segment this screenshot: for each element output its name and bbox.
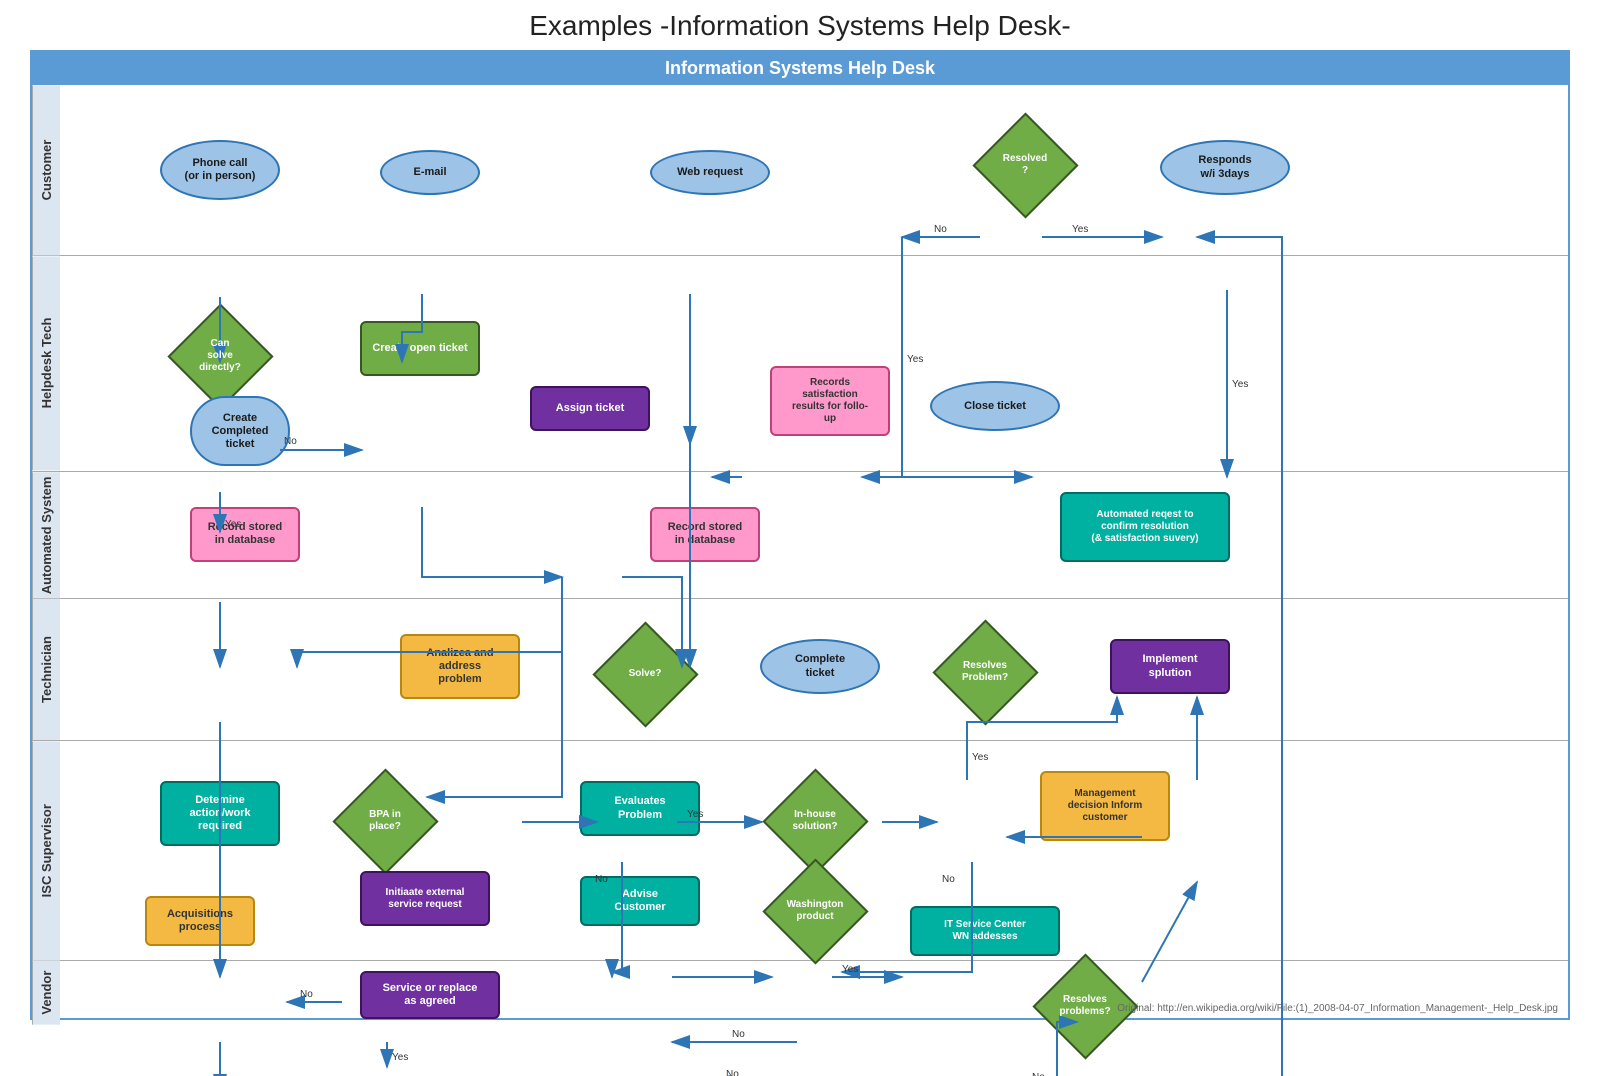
complete-ticket-shape: Complete ticket: [760, 639, 880, 694]
lane-customer: Customer Phone call (or in person) E-mai…: [32, 85, 1568, 256]
assign-ticket-shape: Assign ticket: [530, 386, 650, 431]
service-replace-shape: Service or replace as agreed: [360, 971, 500, 1019]
advise-customer-shape: Advise Customer: [580, 876, 700, 926]
lane-content-isc: Detemine action/work required BPA in pla…: [60, 741, 1568, 960]
can-solve-diamond: Can solve directly?: [175, 311, 265, 401]
automated-request-shape: Automated reqest to confirm resolution (…: [1060, 492, 1230, 562]
records-satisfaction-shape: Records satisfaction results for follo- …: [770, 366, 890, 436]
bpa-diamond: BPA in place?: [340, 776, 430, 866]
lane-technician: Technician Analizea and address problem …: [32, 599, 1568, 741]
lane-helpdesk: Helpdesk Tech Can solve directly? Create…: [32, 256, 1568, 471]
washington-diamond: Washington product: [770, 866, 860, 956]
lane-content-helpdesk: Can solve directly? Create open ticket A…: [60, 256, 1568, 470]
solve-diamond: Solve?: [600, 629, 690, 719]
lane-isc: ISC Supervisor Detemine action/work requ…: [32, 741, 1568, 961]
svg-text:No: No: [726, 1069, 739, 1076]
email-shape: E-mail: [380, 150, 480, 195]
lane-vendor: Vendor Service or replace as agreed Reso…: [32, 961, 1568, 1025]
detemine-shape: Detemine action/work required: [160, 781, 280, 846]
lane-label-customer: Customer: [32, 85, 60, 255]
diagram-container: Information Systems Help Desk Customer P…: [30, 50, 1570, 1020]
page-title: Examples -Information Systems Help Desk-: [0, 0, 1600, 50]
evaluates-problem-shape: Evaluates Problem: [580, 781, 700, 836]
responds-shape: Responds w/i 3days: [1160, 140, 1290, 195]
initiaate-shape: Initiaate external service request: [360, 871, 490, 926]
header-bar: Information Systems Help Desk: [32, 52, 1568, 85]
record-stored-2-shape: Record stored in database: [650, 507, 760, 562]
implement-splution-shape: Implement splution: [1110, 639, 1230, 694]
create-completed-ticket-shape: Create Completed ticket: [190, 396, 290, 466]
lane-label-isc: ISC Supervisor: [32, 741, 60, 960]
web-request-shape: Web request: [650, 150, 770, 195]
lane-label-helpdesk: Helpdesk Tech: [32, 256, 60, 470]
svg-text:No: No: [1032, 1072, 1045, 1076]
in-house-diamond: In-house solution?: [770, 776, 860, 866]
analizea-shape: Analizea and address problem: [400, 634, 520, 699]
phone-call-shape: Phone call (or in person): [160, 140, 280, 200]
acquisitions-shape: Acquisitions process: [145, 896, 255, 946]
resolves-problem-diamond: Resolves Problem?: [940, 627, 1030, 717]
lane-content-technician: Analizea and address problem Solve? Comp…: [60, 599, 1568, 740]
management-decision-shape: Management decision Inform customer: [1040, 771, 1170, 841]
lane-label-automated: Automated System: [32, 472, 60, 598]
resolved-diamond: Resolved ?: [980, 120, 1070, 210]
it-service-center-shape: IT Service Center WN addesses: [910, 906, 1060, 956]
lane-content-automated: Record stored in database Record stored …: [60, 472, 1568, 598]
lane-content-vendor: Service or replace as agreed Resolves pr…: [60, 961, 1568, 1025]
svg-text:No: No: [732, 1029, 745, 1040]
svg-text:Yes: Yes: [392, 1052, 408, 1063]
swim-lanes: Customer Phone call (or in person) E-mai…: [32, 85, 1568, 1025]
create-open-ticket-shape: Create open ticket: [360, 321, 480, 376]
lane-label-technician: Technician: [32, 599, 60, 740]
close-ticket-shape: Close ticket: [930, 381, 1060, 431]
lane-content-customer: Phone call (or in person) E-mail Web req…: [60, 85, 1568, 255]
footnote: Original: http://en.wikipedia.org/wiki/F…: [1117, 1003, 1558, 1014]
record-stored-1-shape: Record stored in database: [190, 507, 300, 562]
lane-automated: Automated System Record stored in databa…: [32, 472, 1568, 599]
lane-label-vendor: Vendor: [32, 961, 60, 1025]
